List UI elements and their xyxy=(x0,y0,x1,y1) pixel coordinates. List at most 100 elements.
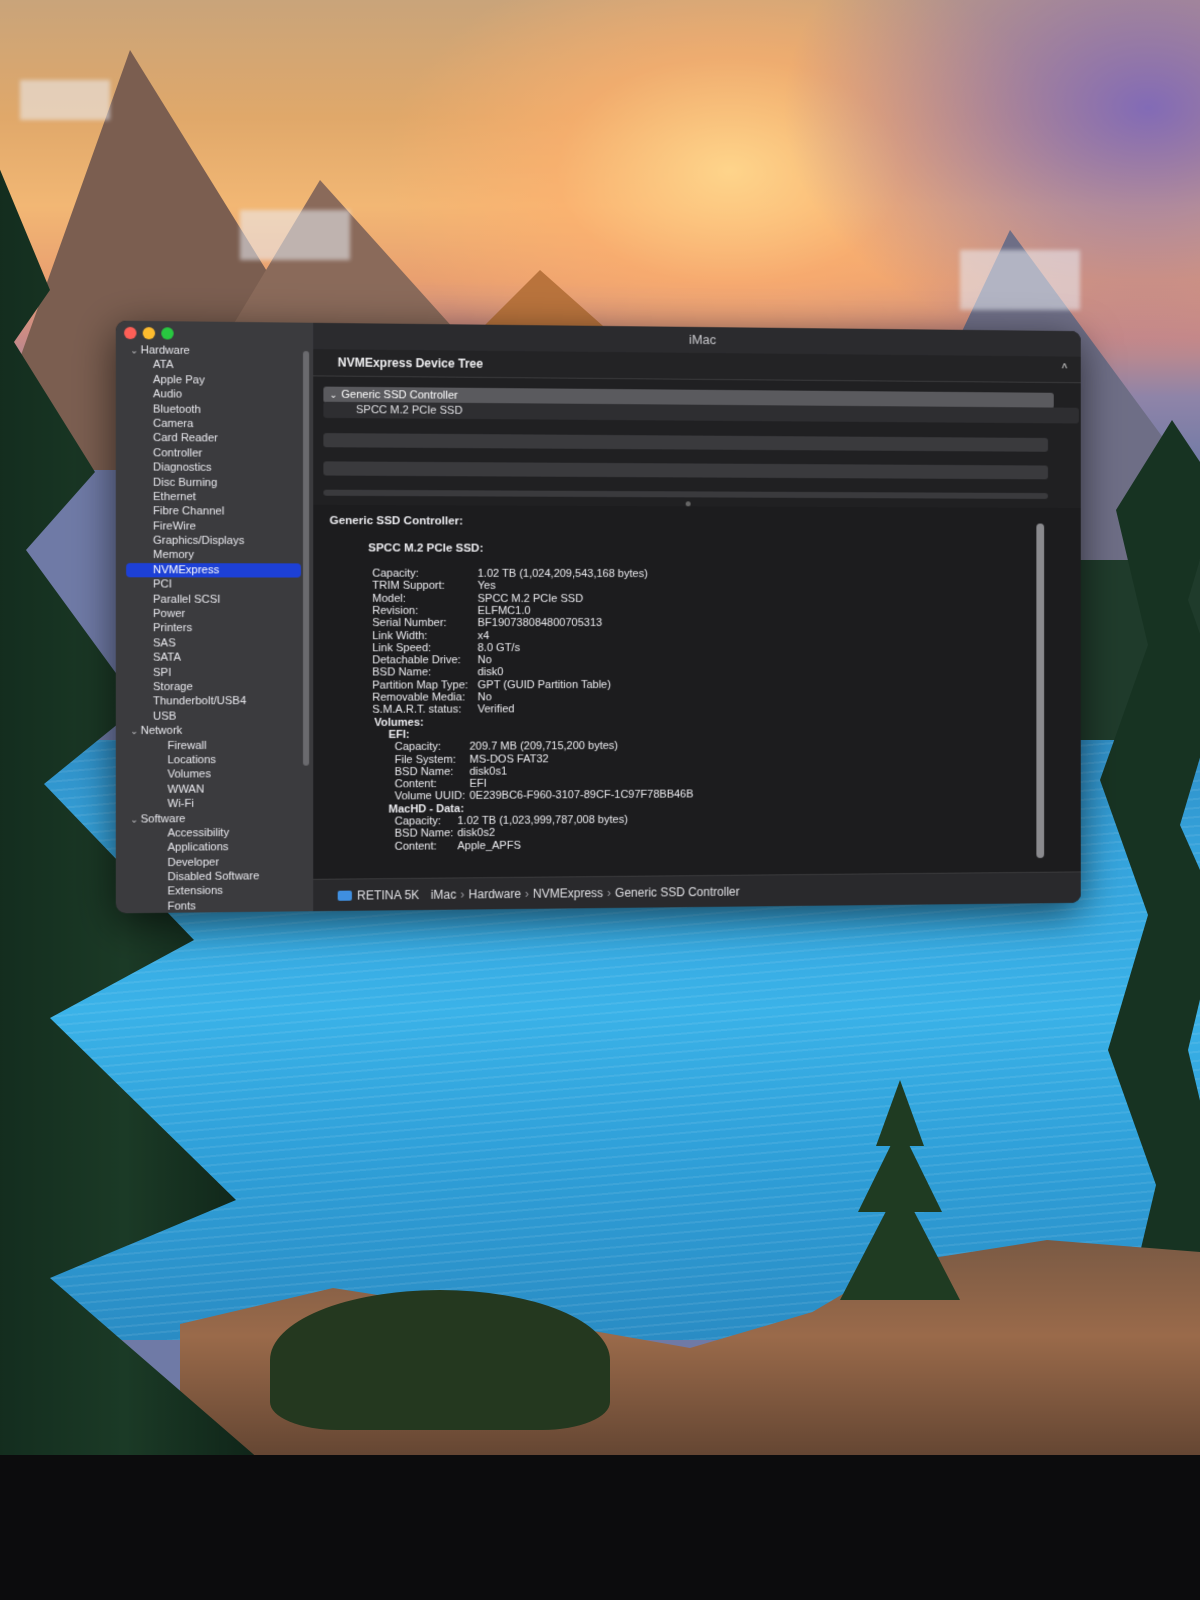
tree-row-empty xyxy=(323,461,1048,480)
sidebar-item-camera[interactable]: Camera xyxy=(126,416,301,432)
sidebar-item-volumes[interactable]: Volumes xyxy=(126,767,301,783)
sidebar-item-network[interactable]: ⌄ Network xyxy=(126,723,301,738)
sidebar-item-hardware[interactable]: ⌄ Hardware xyxy=(126,343,301,359)
chevron-down-icon[interactable]: ⌄ xyxy=(130,343,140,358)
monitor-icon xyxy=(337,890,352,901)
sidebar-item-label: Firewall xyxy=(167,739,207,752)
sidebar-item-controller[interactable]: Controller xyxy=(126,446,301,462)
sidebar-item-usb[interactable]: USB xyxy=(126,709,301,724)
property-value: GPT (GUID Partition Table) xyxy=(477,678,611,692)
breadcrumb-separator-icon: › xyxy=(460,887,465,902)
close-button[interactable] xyxy=(124,326,137,340)
sidebar-item-parallel-scsi[interactable]: Parallel SCSI xyxy=(126,592,301,607)
property-key: Serial Number: xyxy=(372,617,447,630)
sidebar-item-firewall[interactable]: Firewall xyxy=(126,738,301,753)
sidebar-item-ata[interactable]: ATA xyxy=(126,358,301,374)
property-value: 0E239BC6-F960-3107-89CF-1C97F78BB46B xyxy=(469,788,694,803)
sidebar-item-label: Audio xyxy=(153,388,183,401)
sidebar-item-printers[interactable]: Printers xyxy=(126,621,301,636)
property-value: ELFMC1.0 xyxy=(477,604,531,617)
chevron-down-icon[interactable]: ⌄ xyxy=(330,390,338,400)
sidebar-item-accessibility[interactable]: Accessibility xyxy=(126,825,301,841)
sidebar-item-firewire[interactable]: FireWire xyxy=(126,519,301,534)
minimize-button[interactable] xyxy=(142,327,156,340)
volume-property-row: Volume UUID: 0E239BC6-F960-3107-89CF-1C97… xyxy=(395,789,694,803)
snow-patch xyxy=(20,80,110,120)
property-row: Removable Media: No xyxy=(372,691,491,704)
sidebar-item-label: Graphics/Displays xyxy=(153,534,245,548)
sidebar-item-ethernet[interactable]: Ethernet xyxy=(126,490,301,505)
sidebar-item-wwan[interactable]: WWAN xyxy=(126,782,301,798)
sidebar-item-storage[interactable]: Storage xyxy=(126,680,301,695)
volume-property-row: BSD Name: disk0s2 xyxy=(394,827,495,841)
sidebar-item-wi-fi[interactable]: Wi-Fi xyxy=(126,796,301,812)
sidebar-item-label: Thunderbolt/USB4 xyxy=(153,695,247,708)
property-key: Removable Media: xyxy=(372,691,466,704)
breadcrumb-separator-icon: › xyxy=(607,885,612,900)
property-row: Link Speed: 8.0 GT/s xyxy=(372,642,520,654)
sidebar-item-audio[interactable]: Audio xyxy=(126,387,301,403)
sidebar-item-locations[interactable]: Locations xyxy=(126,752,301,768)
sidebar-item-label: PCI xyxy=(153,578,172,591)
sidebar-item-memory[interactable]: Memory xyxy=(126,548,301,563)
breadcrumb: iMac › Hardware › NVMExpress › Generic SSD Con… xyxy=(431,885,740,902)
property-key: Detachable Drive: xyxy=(372,654,461,667)
property-value: Verified xyxy=(477,703,515,716)
sidebar-item-label: Software xyxy=(140,812,186,826)
property-row: Partition Map Type: GPT (GUID Partition T… xyxy=(372,679,611,692)
sidebar-item-card-reader[interactable]: Card Reader xyxy=(126,431,301,447)
breadcrumb-imac[interactable]: iMac xyxy=(431,888,457,902)
sidebar-item-label: FireWire xyxy=(153,520,196,533)
sidebar-item-label: WWAN xyxy=(167,783,205,796)
breadcrumb-controller[interactable]: Generic SSD Controller xyxy=(615,885,740,900)
sidebar-item-bluetooth[interactable]: Bluetooth xyxy=(126,402,301,418)
property-key: BSD Name: xyxy=(394,827,454,841)
detail-pane: Generic SSD Controller: SPCC M.2 PCIe SS… xyxy=(313,504,1081,879)
property-value: 1.02 TB (1,023,999,787,008 bytes) xyxy=(457,813,628,828)
property-value: disk0s1 xyxy=(469,765,508,778)
device-heading: SPCC M.2 PCIe SSD: xyxy=(368,542,484,555)
sidebar-item-label: Accessibility xyxy=(167,826,230,840)
tree-row-empty xyxy=(323,433,1048,452)
breadcrumb-nvmexpress[interactable]: NVMExpress xyxy=(533,886,603,901)
sidebar-item-label: Memory xyxy=(153,549,195,562)
volume-property-row: BSD Name: disk0s1 xyxy=(395,765,507,779)
sidebar-item-graphics-displays[interactable]: Graphics/Displays xyxy=(126,534,301,549)
detail-scrollbar[interactable] xyxy=(1036,523,1045,859)
chevron-down-icon[interactable]: ⌄ xyxy=(130,812,140,827)
sidebar-item-pci[interactable]: PCI xyxy=(126,578,301,593)
sidebar-item-sas[interactable]: SAS xyxy=(126,636,301,651)
volume-property-row: Content: Apple_APFS xyxy=(395,839,521,853)
sidebar-item-diagnostics[interactable]: Diagnostics xyxy=(126,460,301,476)
sidebar-item-label: Hardware xyxy=(140,344,190,358)
breadcrumb-separator-icon: › xyxy=(524,886,529,901)
sidebar-item-label: SPI xyxy=(153,666,172,679)
sidebar-item-label: ATA xyxy=(153,359,174,372)
sidebar-item-thunderbolt-usb4[interactable]: Thunderbolt/USB4 xyxy=(126,694,301,709)
tree-row-label: SPCC M.2 PCIe SSD xyxy=(356,404,463,417)
sidebar-item-label: Locations xyxy=(167,753,216,767)
sidebar-item-sata[interactable]: SATA xyxy=(126,651,301,666)
sidebar-item-label: NVMExpress xyxy=(153,563,220,577)
controller-heading: Generic SSD Controller: xyxy=(329,514,464,528)
sidebar-item-disc-burning[interactable]: Disc Burning xyxy=(126,475,301,490)
sidebar-item-software[interactable]: ⌄ Software xyxy=(126,811,301,827)
zoom-button[interactable] xyxy=(161,327,174,340)
sidebar-item-power[interactable]: Power xyxy=(126,607,301,622)
sidebar-scrollbar[interactable] xyxy=(302,351,310,766)
sidebar-item-fibre-channel[interactable]: Fibre Channel xyxy=(126,504,301,519)
property-key: Link Width: xyxy=(372,629,428,642)
sidebar-item-label: Card Reader xyxy=(153,432,218,445)
breadcrumb-hardware[interactable]: Hardware xyxy=(469,887,521,902)
sidebar-item-label: Extensions xyxy=(167,885,223,899)
chevron-down-icon[interactable]: ⌄ xyxy=(130,724,140,739)
sidebar-item-applications[interactable]: Applications xyxy=(126,840,301,856)
property-row: Serial Number: BF190738084800705313 xyxy=(372,617,602,630)
sidebar-item-fonts[interactable]: Fonts xyxy=(126,898,301,913)
sidebar-item-nvmexpress[interactable]: NVMExpress xyxy=(126,562,301,578)
sort-chevron-up-icon[interactable]: ^ xyxy=(1062,357,1068,383)
sidebar-item-spi[interactable]: SPI xyxy=(126,665,301,680)
sidebar-item-label: Disabled Software xyxy=(167,870,260,884)
sidebar-item-apple-pay[interactable]: Apple Pay xyxy=(126,372,301,388)
sidebar-item-developer[interactable]: Developer xyxy=(126,854,301,870)
